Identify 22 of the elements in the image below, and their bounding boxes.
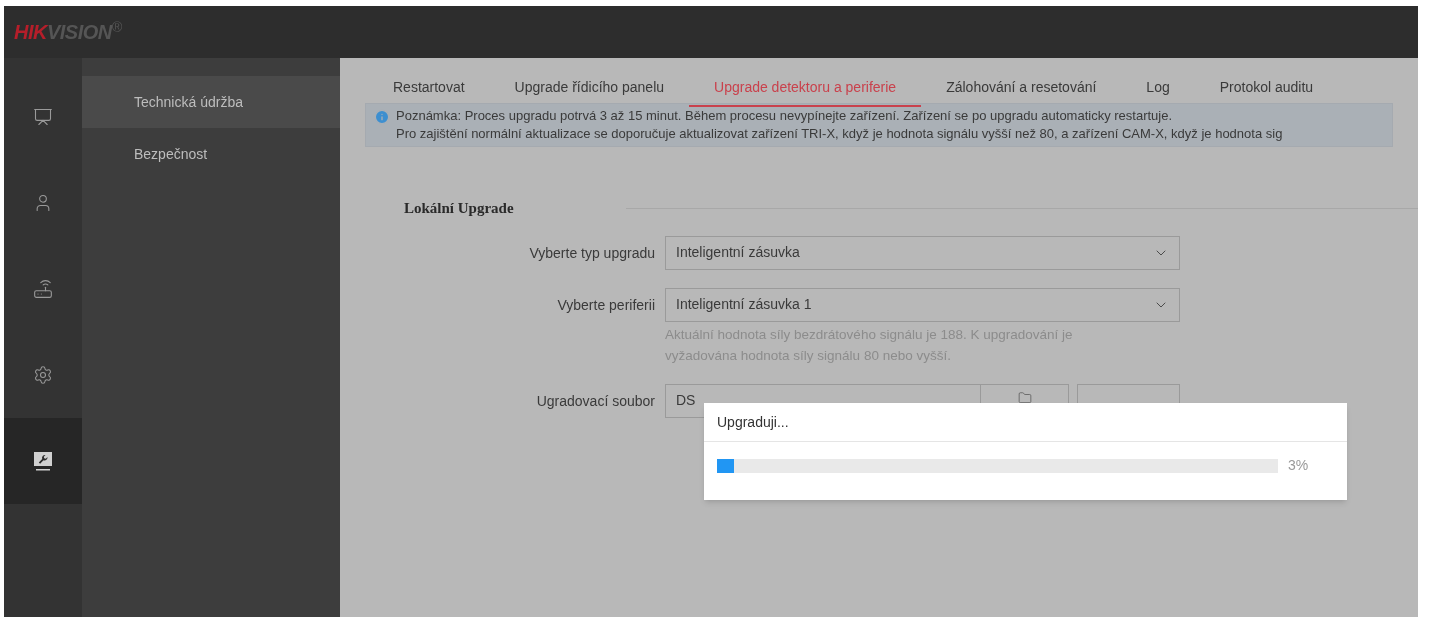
field-label: Vyberte typ upgradu [528,243,656,263]
note-text: Pro zajištění normální aktualizace se doporučuje aktualizovat zařízení TRI-X, když je hodnota signálu vyšší než 80, a zařízení CAM-X, když je hodnota sig [396,125,1283,143]
section-title: Lokální Upgrade [404,199,515,218]
monitor-wrench-icon [32,450,54,472]
note-text: Poznámka: Proces upgradu potrvá 3 až 15 minut. Během procesu nevypínejte zařízení. Zařízení se po upgradu automaticky restartuje. [396,107,1174,125]
tab[interactable]: Log [1121,70,1195,107]
tab[interactable]: Protokol auditu [1194,70,1339,107]
field-label: Ugradovací soubor [535,391,656,411]
progress-reading: 3% [1288,456,1309,475]
tab[interactable]: Restartovat [368,70,490,107]
submenu-item[interactable]: Bezpečnost [82,128,340,180]
dropdown[interactable]: Inteligentní zásuvka [665,235,1180,270]
folder-icon [1017,390,1032,405]
tab[interactable]: Zálohování a resetování [921,70,1122,107]
router-icon [33,279,53,299]
submenu-item[interactable]: Technická údržba [82,76,340,128]
presentation-board-icon [33,107,53,127]
dropdown[interactable]: Inteligentní zásuvka 1 [665,287,1180,322]
tab[interactable]: Upgrade řídicího panelu [489,70,690,107]
info-icon [374,109,390,125]
settings-icon [33,365,53,385]
field-label: Vyberte periferii [556,295,656,315]
